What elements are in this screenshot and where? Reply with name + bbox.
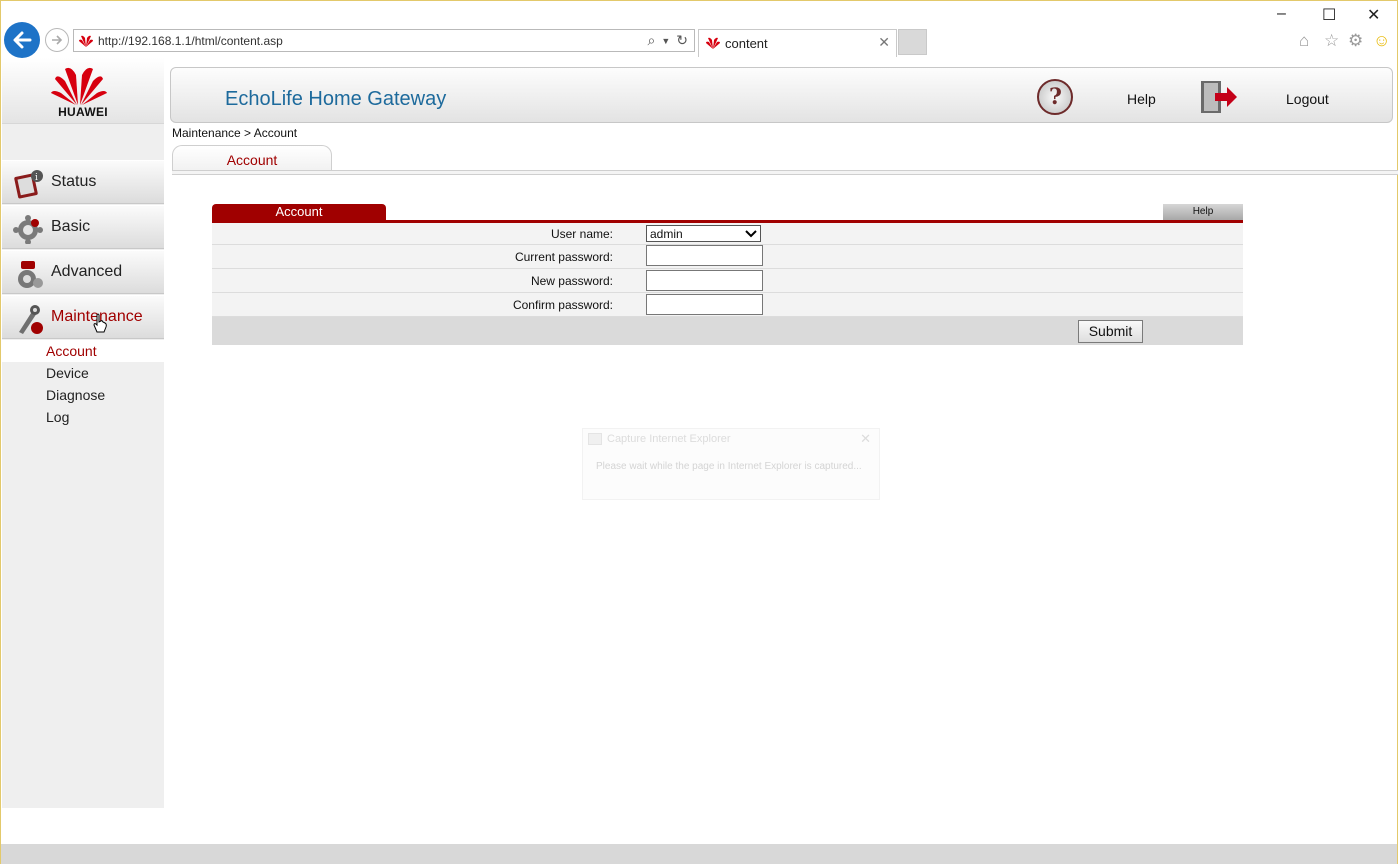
nav-advanced[interactable]: Advanced xyxy=(2,250,164,294)
status-bar xyxy=(1,844,1397,864)
tab-account-label: Account xyxy=(226,152,278,168)
confirm-password-label: Confirm password: xyxy=(512,298,613,312)
logout-link[interactable]: Logout xyxy=(1286,91,1329,107)
confirm-password-input[interactable] xyxy=(646,294,763,315)
new-password-label: New password: xyxy=(530,274,613,288)
capture-dialog: Capture Internet Explorer ✕ Please wait … xyxy=(582,428,880,500)
chevron-down-icon xyxy=(745,230,757,238)
maintenance-icon xyxy=(19,305,43,334)
tab-divider xyxy=(172,170,1398,175)
tab-close-icon[interactable]: ✕ xyxy=(878,34,890,51)
browser-chrome: – ☐ ✕ http://192.168.1.1/html/content.as… xyxy=(1,1,1397,58)
address-tools: ⌕ ▼ ↻ xyxy=(648,32,689,50)
huawei-favicon-icon xyxy=(706,37,720,49)
panel-help-button[interactable]: Help xyxy=(1163,204,1243,220)
minimize-button[interactable]: – xyxy=(1277,5,1286,23)
sidebar: HUAWEI i Status Basic Advanced Account D… xyxy=(2,58,164,808)
nav-basic[interactable]: Basic xyxy=(2,205,164,249)
username-label: User name: xyxy=(550,227,613,241)
browser-window: – ☐ ✕ http://192.168.1.1/html/content.as… xyxy=(0,0,1398,864)
back-arrow-icon xyxy=(13,31,32,49)
close-window-button[interactable]: ✕ xyxy=(1367,5,1380,25)
tab-account[interactable]: Account xyxy=(172,145,332,171)
nav-maintenance[interactable]: Maintenance xyxy=(2,295,164,339)
account-panel-title-text: Account xyxy=(275,204,323,219)
breadcrumb: Maintenance > Account xyxy=(172,126,298,140)
username-select[interactable]: admin xyxy=(646,225,761,242)
help-question-icon[interactable]: ? xyxy=(1037,79,1073,115)
favorites-star-icon[interactable]: ☆ xyxy=(1324,31,1339,51)
url-text: http://192.168.1.1/html/content.asp xyxy=(98,34,283,48)
submit-row: Submit xyxy=(212,317,1243,345)
dropdown-icon[interactable]: ▼ xyxy=(661,32,670,50)
new-tab-button[interactable] xyxy=(898,29,927,55)
svg-text:i: i xyxy=(35,173,38,183)
nav-status[interactable]: i Status xyxy=(2,160,164,204)
subnav-diagnose-label: Diagnose xyxy=(46,387,106,403)
submit-button[interactable]: Submit xyxy=(1078,320,1143,343)
nav-status-label: Status xyxy=(51,173,97,190)
forward-button[interactable] xyxy=(45,28,69,52)
subnav-device-label: Device xyxy=(46,365,89,381)
address-bar[interactable]: http://192.168.1.1/html/content.asp ⌕ ▼ … xyxy=(73,29,695,52)
form-row-confirm-password: Confirm password: xyxy=(212,293,1243,317)
capture-close-icon[interactable]: ✕ xyxy=(860,431,871,447)
subnav-log[interactable]: Log xyxy=(2,406,164,428)
gear-icon xyxy=(13,215,43,244)
form-row-username: User name: admin xyxy=(212,223,1243,245)
page-header: EchoLife Home Gateway ? Help Logout xyxy=(170,67,1393,123)
account-panel-title: Account xyxy=(212,204,386,220)
refresh-icon[interactable]: ↻ xyxy=(676,32,688,50)
nav-basic-label: Basic xyxy=(51,218,91,235)
huawei-favicon-icon xyxy=(79,35,93,47)
maximize-button[interactable]: ☐ xyxy=(1322,5,1336,25)
subnav-device[interactable]: Device xyxy=(2,362,164,384)
logo-text: HUAWEI xyxy=(58,105,108,119)
browser-tab[interactable]: content ✕ xyxy=(698,29,897,57)
current-password-label: Current password: xyxy=(514,250,613,264)
capture-dialog-title: Capture Internet Explorer xyxy=(607,433,731,445)
form-row-new-password: New password: xyxy=(212,269,1243,293)
help-link[interactable]: Help xyxy=(1127,91,1156,107)
username-select-value: admin xyxy=(650,227,683,241)
back-button[interactable] xyxy=(4,22,40,58)
nav-advanced-label: Advanced xyxy=(51,263,123,280)
subnav-account[interactable]: Account xyxy=(2,340,164,362)
hand-cursor-icon xyxy=(93,313,107,333)
page-title: EchoLife Home Gateway xyxy=(225,88,447,110)
capture-dialog-message: Please wait while the page in Internet E… xyxy=(596,461,862,472)
home-icon[interactable]: ⌂ xyxy=(1299,31,1309,51)
tab-label: content xyxy=(725,36,768,51)
search-icon[interactable]: ⌕ xyxy=(648,32,656,50)
feedback-smiley-icon[interactable]: ☺ xyxy=(1373,31,1390,51)
capture-app-icon xyxy=(588,433,602,445)
new-password-input[interactable] xyxy=(646,270,763,291)
account-panel-header: Account Help xyxy=(212,204,1243,223)
huawei-logo: HUAWEI xyxy=(2,58,164,124)
logout-door-icon[interactable] xyxy=(1199,80,1239,114)
subnav-diagnose[interactable]: Diagnose xyxy=(2,384,164,406)
status-icon: i xyxy=(14,170,43,199)
form-row-current-password: Current password: xyxy=(212,245,1243,269)
subnav-log-label: Log xyxy=(46,409,70,425)
forward-arrow-icon xyxy=(52,35,63,45)
advanced-icon xyxy=(18,261,43,288)
huawei-logo-icon xyxy=(51,67,107,105)
current-password-input[interactable] xyxy=(646,245,763,266)
settings-gear-icon[interactable]: ⚙ xyxy=(1348,31,1363,51)
subnav-account-label: Account xyxy=(46,343,97,359)
